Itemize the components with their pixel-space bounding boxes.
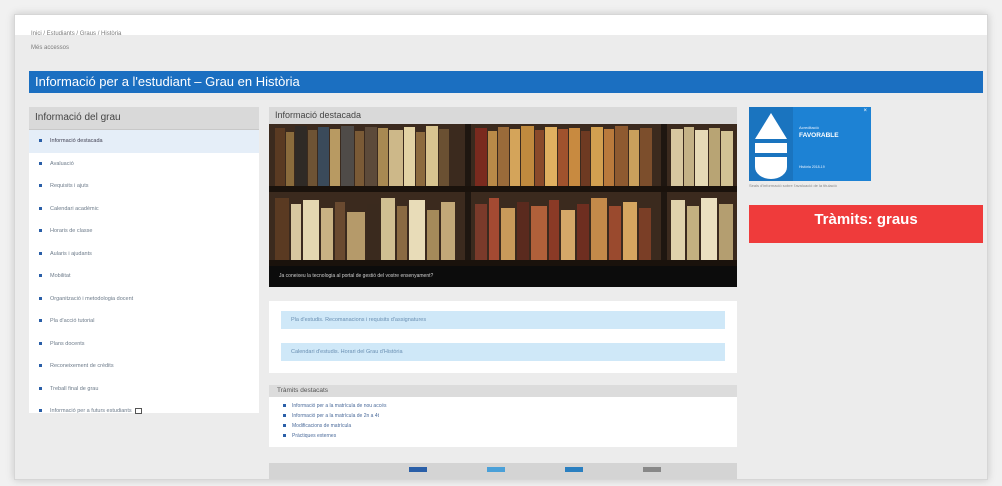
- breadcrumb[interactable]: Inici / Estudiants / Graus / Història: [31, 31, 121, 37]
- browser-frame: Inici / Estudiants / Graus / Història Mé…: [14, 14, 988, 480]
- bottom-panel-partial: [269, 463, 737, 479]
- tramit-label: Informació per a la matrícula de nou acc…: [292, 403, 387, 409]
- info-link-calendari[interactable]: Calendari d'estudis. Horari del Grau d'H…: [281, 343, 725, 361]
- bottom-tab[interactable]: [643, 467, 661, 472]
- tramit-label: Modificacions de matrícula: [292, 423, 352, 429]
- sidebar-item-plans-docents[interactable]: Plans docents: [29, 333, 259, 356]
- square-bullet-icon: [39, 341, 42, 345]
- square-bullet-icon: [39, 139, 42, 143]
- square-bullet-icon: [39, 319, 42, 323]
- sidebar-item-reconeixement[interactable]: Reconeixement de crèdits: [29, 355, 259, 378]
- sidebar-item-calendari[interactable]: Calendari acadèmic: [29, 198, 259, 221]
- info-link-pla-estudis[interactable]: Pla d'estudis. Recomanacions i requisits…: [281, 311, 725, 329]
- sidebar-item-label: Horaris de classe: [50, 228, 93, 234]
- aqu-label-favorable: FAVORABLE: [799, 132, 839, 139]
- sidebar-item-requisits[interactable]: Requisits i ajuts: [29, 175, 259, 198]
- sidebar-item-horaris[interactable]: Horaris de classe: [29, 220, 259, 243]
- bookshelf-illustration: [269, 124, 737, 266]
- sidebar-item-treball-final[interactable]: Treball final de grau: [29, 378, 259, 401]
- square-bullet-icon: [39, 364, 42, 368]
- featured-image-caption[interactable]: Ja coneixeu la tecnologia al portal de g…: [269, 266, 737, 287]
- featured-title: Informació destacada: [269, 107, 737, 124]
- sidebar-item-label: Organització i metodologia docent: [50, 295, 134, 302]
- bottom-tab[interactable]: [409, 467, 427, 472]
- aqu-caption: Seals d'informació sobre l'avaluació de …: [749, 183, 837, 188]
- external-link-icon: [134, 407, 142, 414]
- sidebar-item-aularis[interactable]: Aularis i ajudants: [29, 243, 259, 266]
- square-bullet-icon: [39, 386, 42, 390]
- sidebar-item-label: Avaluació: [50, 160, 74, 167]
- bottom-tab[interactable]: [487, 467, 505, 472]
- sidebar-item-label: Informació destacada: [50, 138, 103, 144]
- tramit-label: Informació per a la matrícula de 2n a 4t: [292, 413, 379, 419]
- square-bullet-icon: [39, 251, 42, 255]
- tramit-item[interactable]: Pràctiques externes: [269, 431, 737, 441]
- sidebar-item-mobilitat[interactable]: Mobilitat: [29, 265, 259, 288]
- tramits-title: Tràmits destacats: [269, 385, 737, 397]
- square-bullet-icon: [283, 414, 286, 418]
- square-bullet-icon: [283, 434, 286, 438]
- sidebar-item-label: Requisits i ajuts: [50, 183, 89, 189]
- aqu-logo-icon: [755, 113, 787, 179]
- page-title: Informació per a l'estudiant – Grau en H…: [29, 71, 983, 93]
- sidebar-item-futurs-estudiants[interactable]: Informació per a futurs estudiants: [29, 400, 259, 423]
- sidebar-item-label: Informació per a futurs estudiants: [50, 408, 132, 414]
- square-bullet-icon: [39, 206, 42, 210]
- info-links-panel: Pla d'estudis. Recomanacions i requisits…: [269, 301, 737, 373]
- sidebar-item-organitzacio[interactable]: Organització i metodologia docent: [29, 288, 259, 311]
- featured-image-bookshelf[interactable]: [269, 124, 737, 266]
- sidebar-item-label: Plans docents: [50, 340, 85, 347]
- sidebar-item-informacio-destacada[interactable]: Informació destacada: [29, 130, 259, 153]
- square-bullet-icon: [39, 409, 42, 413]
- sidebar-title: Informació del grau: [29, 107, 259, 130]
- sidebar-item-label: Pla d'acció tutorial: [50, 318, 95, 324]
- sidebar-item-label: Mobilitat: [50, 273, 71, 279]
- aqu-label-program: Història 2018-19: [799, 165, 825, 169]
- aqu-logo: [749, 107, 793, 181]
- square-bullet-icon: [283, 424, 286, 428]
- tramit-item[interactable]: Informació per a la matrícula de nou acc…: [269, 401, 737, 411]
- square-bullet-icon: [39, 274, 42, 278]
- sidebar: Informació del grau Informació destacada…: [29, 107, 259, 414]
- tramits-graus-button[interactable]: Tràmits: graus: [749, 205, 983, 243]
- sidebar-item-label: Calendari acadèmic: [50, 205, 99, 212]
- tramits-panel: Tràmits destacats Informació per a la ma…: [269, 385, 737, 447]
- more-access-link[interactable]: Més accessos: [31, 45, 69, 51]
- featured-panel: Informació destacada Ja coneixeu la tecn…: [269, 107, 737, 287]
- square-bullet-icon: [39, 184, 42, 188]
- square-bullet-icon: [39, 229, 42, 233]
- tramit-item[interactable]: Modificacions de matrícula: [269, 421, 737, 431]
- square-bullet-icon: [39, 161, 42, 165]
- sidebar-item-label: Treball final de grau: [50, 385, 99, 392]
- square-bullet-icon: [283, 404, 286, 408]
- square-bullet-icon: [39, 296, 42, 300]
- top-bar: [15, 15, 987, 35]
- sidebar-item-label: Reconeixement de crèdits: [50, 363, 114, 369]
- aqu-label-acreditacio: Acreditació: [799, 125, 819, 130]
- sidebar-item-label: Aularis i ajudants: [50, 250, 92, 257]
- sidebar-item-avaluacio[interactable]: Avaluació: [29, 153, 259, 176]
- tramit-item[interactable]: Informació per a la matrícula de 2n a 4t: [269, 411, 737, 421]
- sidebar-item-pla-accio-tutorial[interactable]: Pla d'acció tutorial: [29, 310, 259, 333]
- bottom-tab[interactable]: [565, 467, 583, 472]
- aqu-accreditation-badge[interactable]: × Acreditació FAVORABLE Història 2018-19: [749, 107, 871, 181]
- close-icon[interactable]: ×: [863, 108, 867, 114]
- tramit-label: Pràctiques externes: [292, 433, 337, 439]
